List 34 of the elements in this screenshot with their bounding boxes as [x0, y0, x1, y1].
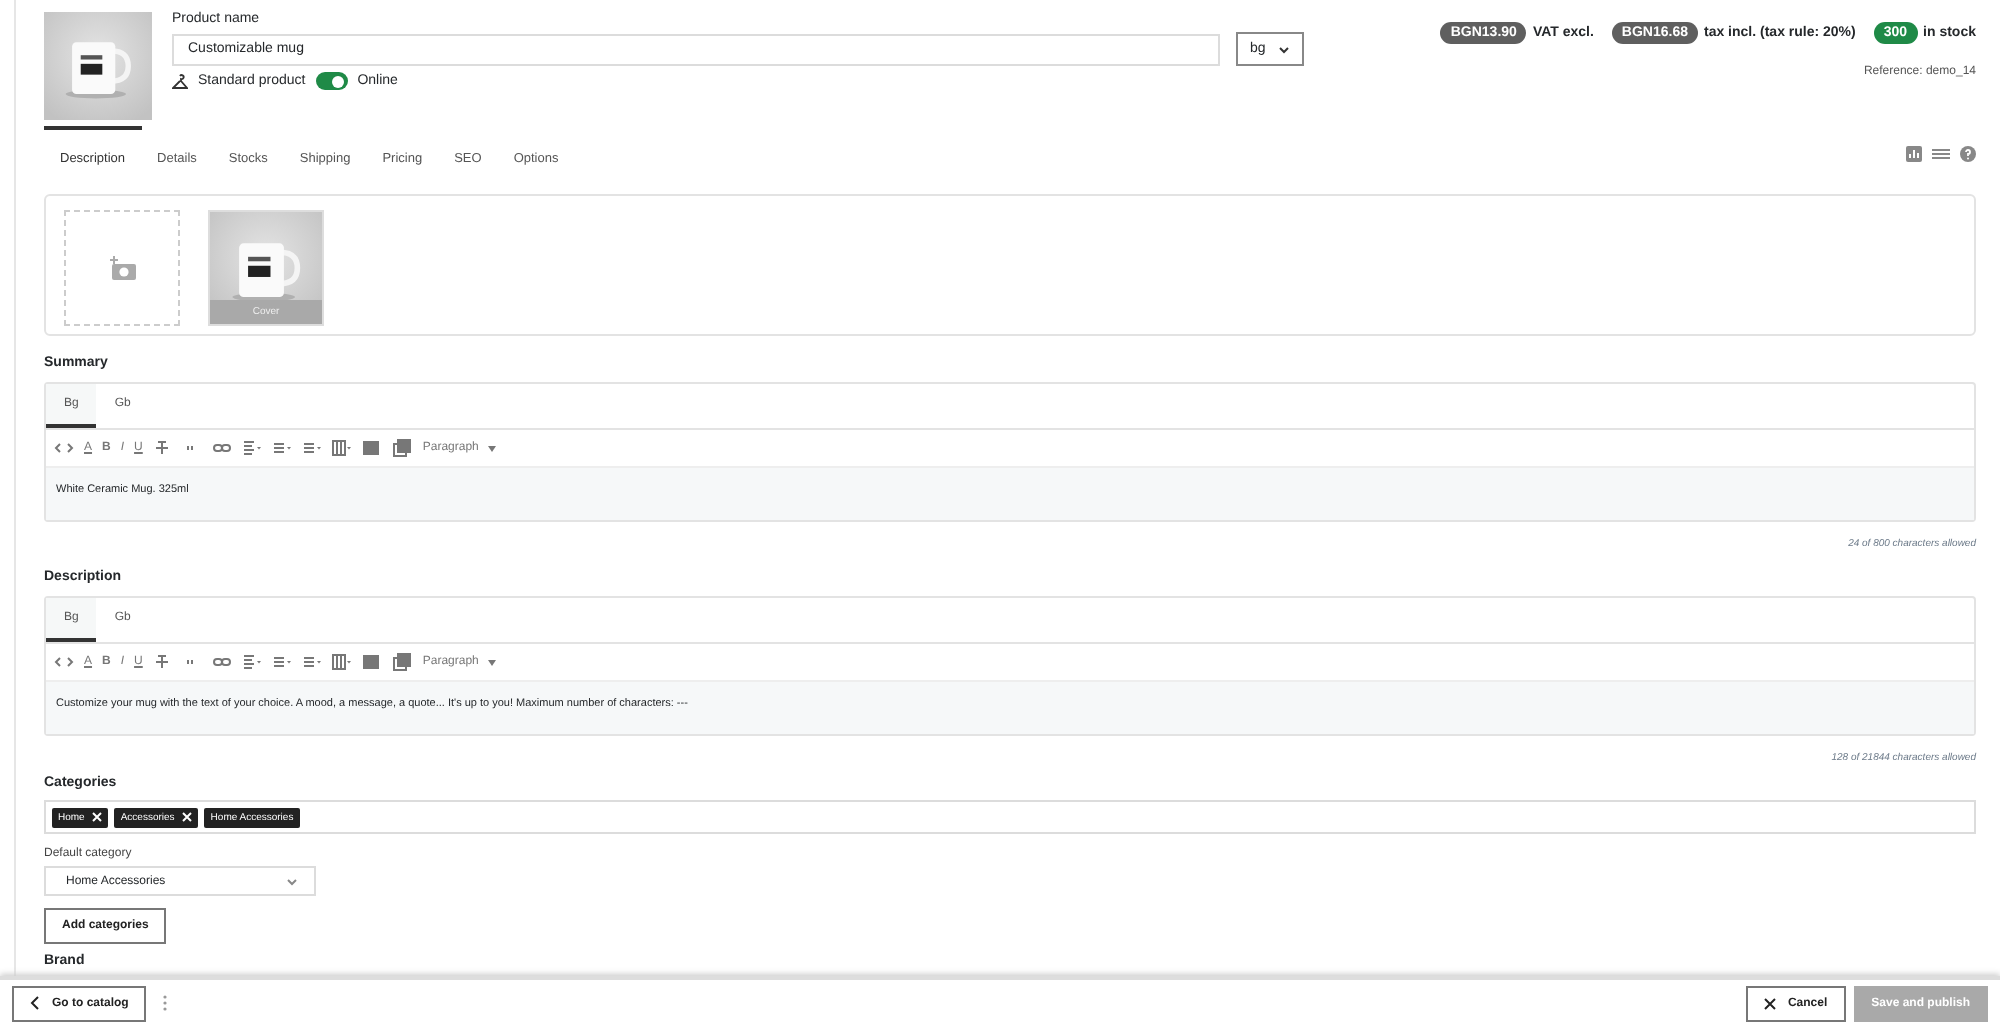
- more-icon[interactable]: [162, 994, 169, 1012]
- code-icon[interactable]: [54, 438, 74, 458]
- strikethrough-icon[interactable]: [152, 652, 173, 672]
- align-icon[interactable]: [242, 438, 263, 458]
- numbered-list-icon[interactable]: [302, 438, 323, 458]
- link-icon[interactable]: [212, 652, 233, 672]
- chevron-down-icon: [286, 877, 298, 885]
- image-icon[interactable]: [362, 438, 383, 458]
- align-icon[interactable]: [242, 652, 263, 672]
- remove-icon[interactable]: [92, 812, 103, 822]
- caret-icon[interactable]: [488, 445, 497, 451]
- bullet-list-icon[interactable]: [272, 438, 293, 458]
- table-icon[interactable]: [332, 652, 353, 672]
- code-icon[interactable]: [54, 652, 74, 672]
- bullet-list-icon[interactable]: [272, 652, 293, 672]
- add-image-slot[interactable]: [64, 210, 180, 326]
- strikethrough-icon[interactable]: [152, 438, 173, 458]
- image-icon[interactable]: [362, 652, 383, 672]
- close-icon: [1763, 997, 1776, 1009]
- numbered-list-icon[interactable]: [302, 652, 323, 672]
- chevron-down-icon: [1278, 45, 1290, 53]
- table-icon[interactable]: [332, 438, 353, 458]
- list-icon[interactable]: [1932, 145, 1950, 161]
- remove-icon[interactable]: [182, 812, 193, 822]
- hanger-icon: [172, 73, 188, 89]
- chart-icon[interactable]: [1906, 145, 1922, 161]
- link-icon[interactable]: [212, 438, 233, 458]
- add-photo-icon: [108, 256, 136, 280]
- chevron-left-icon: [30, 996, 40, 1010]
- media-icon[interactable]: [392, 652, 413, 672]
- help-icon[interactable]: [1960, 145, 1976, 161]
- caret-icon[interactable]: [488, 659, 497, 665]
- online-toggle[interactable]: [315, 72, 348, 90]
- media-icon[interactable]: [392, 438, 413, 458]
